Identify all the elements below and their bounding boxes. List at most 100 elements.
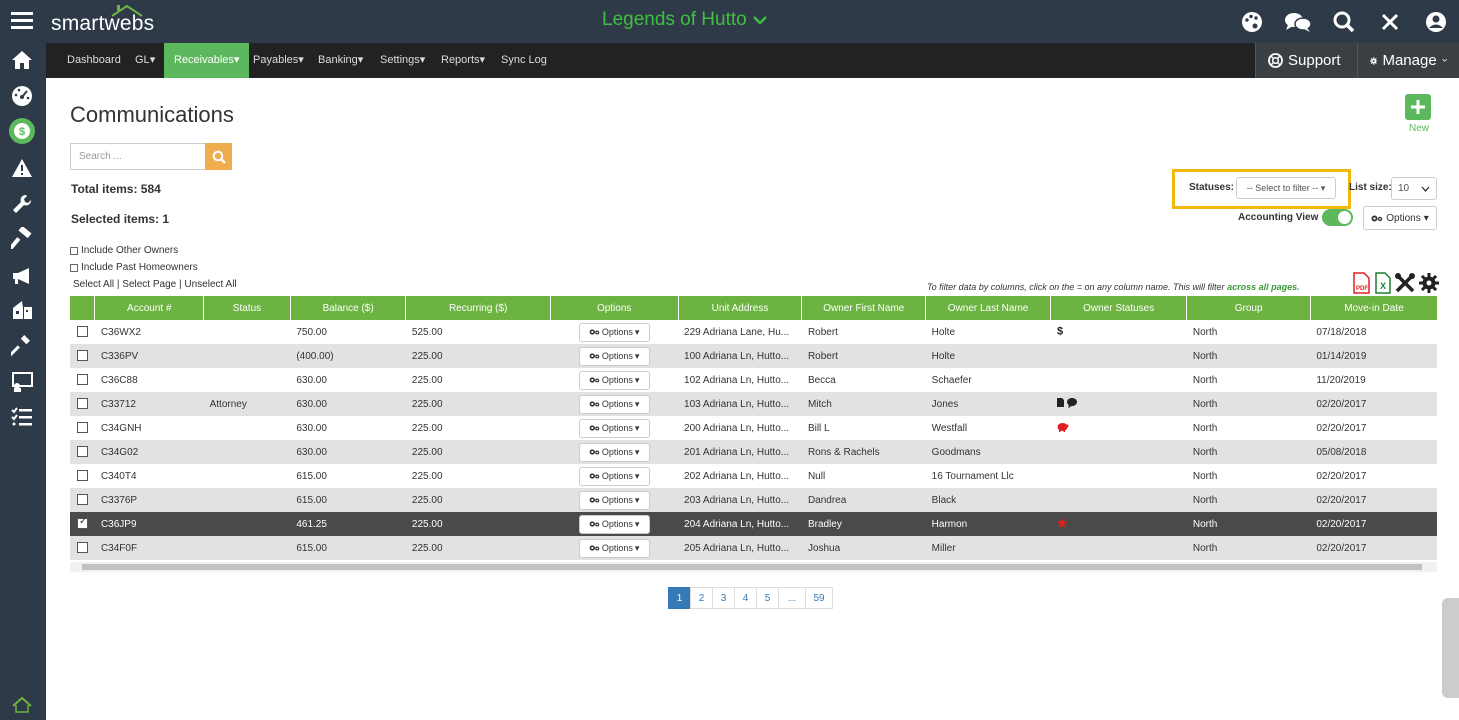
- scrollbar-thumb[interactable]: [82, 564, 1422, 570]
- horizontal-scrollbar[interactable]: [70, 562, 1437, 572]
- row-options-button[interactable]: Options ▾: [578, 442, 650, 462]
- row-checkbox[interactable]: [77, 446, 88, 458]
- nav-settings[interactable]: Settings▾: [380, 43, 425, 78]
- accounting-view-toggle[interactable]: [1322, 209, 1353, 226]
- row-options-button[interactable]: Options ▾: [578, 466, 650, 486]
- presentation-icon[interactable]: [10, 370, 34, 394]
- user-avatar-icon[interactable]: [1413, 0, 1459, 43]
- column-header[interactable]: Account #: [94, 296, 205, 320]
- unselect-all-link[interactable]: Unselect All: [184, 279, 236, 290]
- search-icon[interactable]: [1321, 0, 1367, 43]
- column-header[interactable]: Move-in Date: [1310, 296, 1437, 320]
- column-header[interactable]: Balance ($): [290, 296, 407, 320]
- table-row[interactable]: C34G02 630.00 225.00 Options ▾ 201 Adrian…: [70, 440, 1437, 464]
- account-cell[interactable]: C34G02: [94, 440, 204, 464]
- page-link[interactable]: 2: [690, 587, 713, 609]
- row-checkbox[interactable]: [77, 326, 88, 338]
- row-checkbox[interactable]: [77, 398, 88, 410]
- row-select-cell[interactable]: [70, 440, 95, 464]
- row-checkbox[interactable]: [77, 542, 88, 554]
- dashboard-icon[interactable]: [10, 84, 34, 108]
- help-tab[interactable]: [1442, 598, 1459, 698]
- table-row[interactable]: C34F0F 615.00 225.00 Options ▾ 205 Adrian…: [70, 536, 1437, 560]
- include-past-homeowners[interactable]: Include Past Homeowners: [70, 262, 198, 273]
- dollar-icon[interactable]: $: [9, 118, 35, 144]
- manage-button[interactable]: Manage: [1357, 43, 1459, 78]
- row-options-button[interactable]: Options ▾: [578, 418, 650, 438]
- account-cell[interactable]: C34F0F: [94, 536, 204, 560]
- row-select-cell[interactable]: [70, 344, 95, 368]
- table-row[interactable]: C33712 Attorney 630.00 225.00 Options ▾ 1…: [70, 392, 1437, 416]
- page-link[interactable]: 3: [712, 587, 735, 609]
- row-checkbox[interactable]: [77, 494, 88, 506]
- row-select-cell[interactable]: [70, 464, 95, 488]
- pdf-export-icon[interactable]: PDF: [1352, 272, 1372, 299]
- include-past-homeowners-checkbox[interactable]: [70, 263, 78, 272]
- row-checkbox[interactable]: [77, 470, 88, 482]
- tasks-icon[interactable]: [10, 405, 34, 429]
- row-options-button[interactable]: Options ▾: [578, 322, 650, 342]
- hammer-icon[interactable]: [10, 226, 34, 250]
- include-other-owners-checkbox[interactable]: [70, 246, 78, 255]
- account-cell[interactable]: C34GNH: [94, 416, 204, 440]
- row-options-button[interactable]: Options ▾: [578, 346, 650, 366]
- new-button[interactable]: [1405, 94, 1431, 120]
- statuses-dropdown[interactable]: -- Select to filter -- ▾: [1236, 177, 1336, 199]
- row-select-cell[interactable]: [70, 320, 95, 344]
- nav-banking[interactable]: Banking▾: [318, 43, 363, 78]
- settings-gear-icon[interactable]: [1419, 273, 1439, 298]
- account-cell[interactable]: C336PV: [94, 344, 204, 368]
- account-cell[interactable]: C340T4: [94, 464, 204, 488]
- column-header[interactable]: Options: [550, 296, 679, 320]
- row-checkbox[interactable]: [77, 374, 88, 386]
- search-input[interactable]: Search ...: [70, 143, 206, 170]
- table-row[interactable]: C36C88 630.00 225.00 Options ▾ 102 Adrian…: [70, 368, 1437, 392]
- column-header[interactable]: Status: [203, 296, 291, 320]
- account-cell[interactable]: C36JP9: [94, 512, 204, 536]
- table-row[interactable]: C336PV (400.00) 225.00 Options ▾ 100 Adri…: [70, 344, 1437, 368]
- chat-icon[interactable]: [1275, 0, 1321, 43]
- buildings-icon[interactable]: [10, 298, 34, 322]
- gavel-icon[interactable]: [10, 334, 34, 358]
- wrench-icon[interactable]: [10, 192, 34, 216]
- nav-receivables[interactable]: Receivables▾: [164, 43, 250, 78]
- nav-sync-log[interactable]: Sync Log: [501, 43, 547, 78]
- row-options-button[interactable]: Options ▾: [578, 538, 650, 558]
- row-select-cell[interactable]: [70, 536, 95, 560]
- row-select-cell[interactable]: [70, 416, 95, 440]
- row-select-cell[interactable]: [70, 392, 95, 416]
- account-cell[interactable]: C33712: [94, 392, 204, 416]
- page-link[interactable]: 1: [668, 587, 691, 609]
- table-row[interactable]: C36JP9 461.25 225.00 Options▾ 204 Adrian…: [70, 512, 1437, 536]
- table-row[interactable]: C340T4 615.00 225.00 Options ▾ 202 Adrian…: [70, 464, 1437, 488]
- nav-gl[interactable]: GL▾: [135, 43, 155, 78]
- tools-icon[interactable]: [1394, 272, 1416, 299]
- table-row[interactable]: C3376P 615.00 225.00 Options ▾ 203 Adrian…: [70, 488, 1437, 512]
- nav-reports[interactable]: Reports▾: [441, 43, 485, 78]
- association-selector[interactable]: Legends of Hutto: [602, 9, 767, 31]
- page-link[interactable]: 59: [805, 587, 833, 609]
- account-cell[interactable]: C36WX2: [94, 320, 204, 344]
- palette-icon[interactable]: [1229, 0, 1275, 43]
- row-checkbox[interactable]: [77, 350, 88, 362]
- row-checkbox[interactable]: [77, 516, 88, 530]
- close-icon[interactable]: [1367, 0, 1413, 43]
- column-header[interactable]: Unit Address: [678, 296, 803, 320]
- row-select-cell[interactable]: [70, 488, 95, 512]
- column-header[interactable]: Owner Statuses: [1050, 296, 1188, 320]
- home-icon[interactable]: [10, 48, 34, 72]
- select-all-link[interactable]: Select All: [73, 279, 114, 290]
- row-select-cell[interactable]: [70, 512, 95, 536]
- include-other-owners[interactable]: Include Other Owners: [70, 245, 178, 256]
- row-options-button[interactable]: Options ▾: [578, 394, 650, 414]
- table-row[interactable]: C36WX2 750.00 525.00 Options ▾ 229 Adrian…: [70, 320, 1437, 344]
- row-options-button[interactable]: Options ▾: [578, 514, 650, 534]
- page-link[interactable]: 4: [734, 587, 757, 609]
- account-cell[interactable]: C36C88: [94, 368, 204, 392]
- column-header[interactable]: Owner Last Name: [925, 296, 1051, 320]
- nav-dashboard[interactable]: Dashboard: [67, 43, 121, 78]
- table-row[interactable]: C34GNH 630.00 225.00 Options ▾ 200 Adrian…: [70, 416, 1437, 440]
- column-header[interactable]: Group: [1186, 296, 1311, 320]
- column-header[interactable]: Owner First Name: [801, 296, 927, 320]
- page-link[interactable]: ...: [778, 587, 806, 609]
